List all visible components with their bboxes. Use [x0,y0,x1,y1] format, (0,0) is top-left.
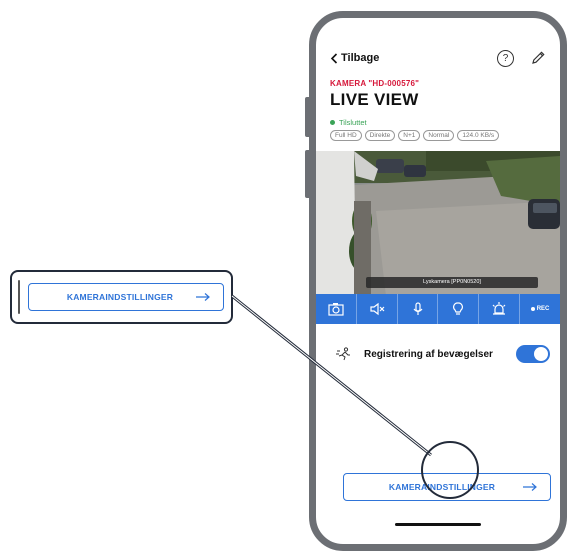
toggle-knob [534,347,548,361]
chip-bitrate: 124.0 KB/s [457,130,500,141]
record-dot-icon [530,307,535,311]
help-icon[interactable]: ? [497,50,514,67]
callout-box: KAMERAINDSTILLINGER [10,270,233,324]
arrow-right-icon [196,293,210,301]
camera-settings-button[interactable]: KAMERAINDSTILLINGER [343,473,551,501]
microphone-icon [413,302,423,315]
top-bar: Tilbage ? [330,50,546,70]
motion-detection-label: Registrering af bevægelser [364,348,493,360]
chip-mode: Direkte [364,130,396,141]
home-indicator [395,523,481,526]
chevron-left-icon [330,52,338,64]
camera-name: KAMERA "HD-000576" [330,79,420,88]
stream-info-chips: Full HD Direkte N+1 Normal 124.0 KB/s [330,130,500,141]
speaker-muted-icon [370,302,385,316]
motion-detection-row: Registrering af bevægelser [336,343,550,365]
arrow-right-icon [523,483,537,491]
light-button[interactable] [438,294,480,324]
live-video[interactable]: Lyskamera [PP0N0520] [316,151,560,296]
camera-controls-bar: REC [316,294,560,324]
connection-status: Tilsluttet [330,118,367,127]
speaker-button[interactable] [357,294,398,324]
motion-icon [336,347,350,361]
status-text: Tilsluttet [339,118,367,127]
back-button[interactable]: Tilbage [330,52,379,64]
video-frame [316,151,560,296]
motion-detection-toggle[interactable] [516,345,550,363]
status-dot-icon [330,120,335,125]
light-bulb-icon [453,302,464,315]
chip-resolution: Full HD [330,130,362,141]
snapshot-button[interactable] [316,294,357,324]
phone-frame: Tilbage ? KAMERA "HD-000576" LIVE VIEW T… [309,11,567,551]
callout-settings-label: KAMERAINDSTILLINGER [66,292,174,302]
siren-icon [492,302,506,315]
camera-snapshot-icon [328,303,344,316]
video-caption: Lyskamera [PP0N0520] [366,277,538,288]
record-label: REC [536,306,550,312]
callout-settings-button[interactable]: KAMERAINDSTILLINGER [28,283,224,311]
pencil-icon[interactable] [530,50,546,66]
page-title: LIVE VIEW [330,90,419,109]
camera-settings-label: KAMERAINDSTILLINGER [388,482,496,492]
back-label: Tilbage [341,52,380,64]
chip-quality: Normal [423,130,455,141]
siren-button[interactable] [479,294,521,324]
chip-channel: N+1 [398,130,421,141]
record-button[interactable]: REC [520,294,560,324]
microphone-button[interactable] [398,294,439,324]
